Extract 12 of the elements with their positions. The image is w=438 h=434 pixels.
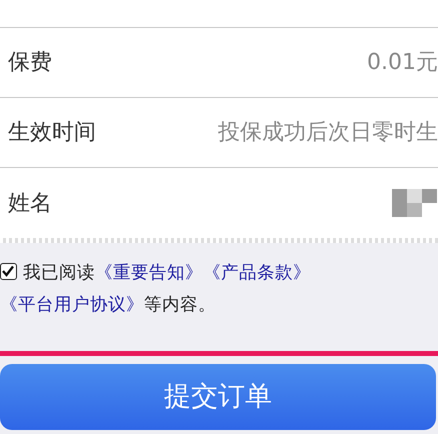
- field-label: 保费: [8, 49, 52, 77]
- field-value: 0.01元: [367, 49, 438, 77]
- redacted-name-mosaic: [392, 189, 438, 217]
- field-value: 投保成功后次日零时生: [218, 119, 438, 147]
- agree-checkbox[interactable]: [0, 263, 17, 280]
- agreement-link[interactable]: 《重要告知》: [95, 263, 203, 283]
- agreement-link[interactable]: 《产品条款》: [203, 263, 311, 283]
- field-label: 姓名: [8, 190, 52, 218]
- submit-order-button[interactable]: 提交订单: [0, 364, 436, 430]
- agreement-text: 我已阅读《重要告知》《产品条款》 《平台用户协议》等内容。: [0, 262, 312, 317]
- agreement-link[interactable]: 《平台用户协议》: [0, 295, 144, 315]
- field-label: 生效时间: [8, 119, 96, 147]
